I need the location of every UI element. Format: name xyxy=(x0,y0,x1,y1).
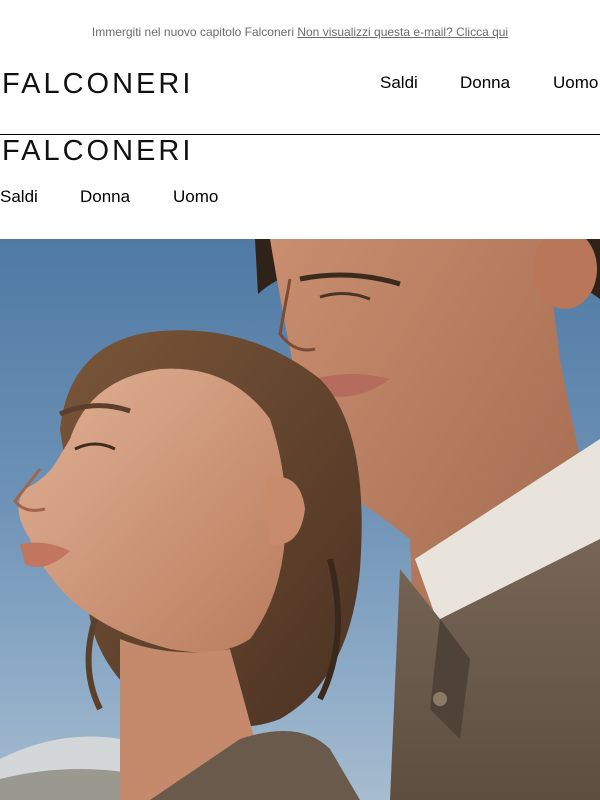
hero-image[interactable] xyxy=(0,239,600,800)
nav-item-uomo[interactable]: Uomo xyxy=(553,73,598,93)
brand-logo-mobile[interactable]: FALCONERI xyxy=(2,137,193,166)
brand-logo[interactable]: FALCONERI xyxy=(2,70,193,99)
header-mobile: FALCONERI Saldi Donna Uomo xyxy=(0,135,600,235)
nav-item-donna[interactable]: Donna xyxy=(460,73,510,93)
nav-item-donna-mobile[interactable]: Donna xyxy=(80,187,130,207)
nav-item-saldi[interactable]: Saldi xyxy=(380,73,418,93)
preheader: Immergiti nel nuovo capitolo Falconeri N… xyxy=(0,24,600,40)
campaign-photo-couple xyxy=(0,239,600,800)
nav-item-uomo-mobile[interactable]: Uomo xyxy=(173,187,218,207)
nav-item-saldi-mobile[interactable]: Saldi xyxy=(0,187,38,207)
email-page: Immergiti nel nuovo capitolo Falconeri N… xyxy=(0,0,600,800)
header-desktop: FALCONERI Saldi Donna Uomo xyxy=(0,62,600,135)
preheader-text: Immergiti nel nuovo capitolo Falconeri xyxy=(91,25,294,39)
view-online-link[interactable]: Non visualizzi questa e-mail? Clicca qui xyxy=(297,25,508,39)
